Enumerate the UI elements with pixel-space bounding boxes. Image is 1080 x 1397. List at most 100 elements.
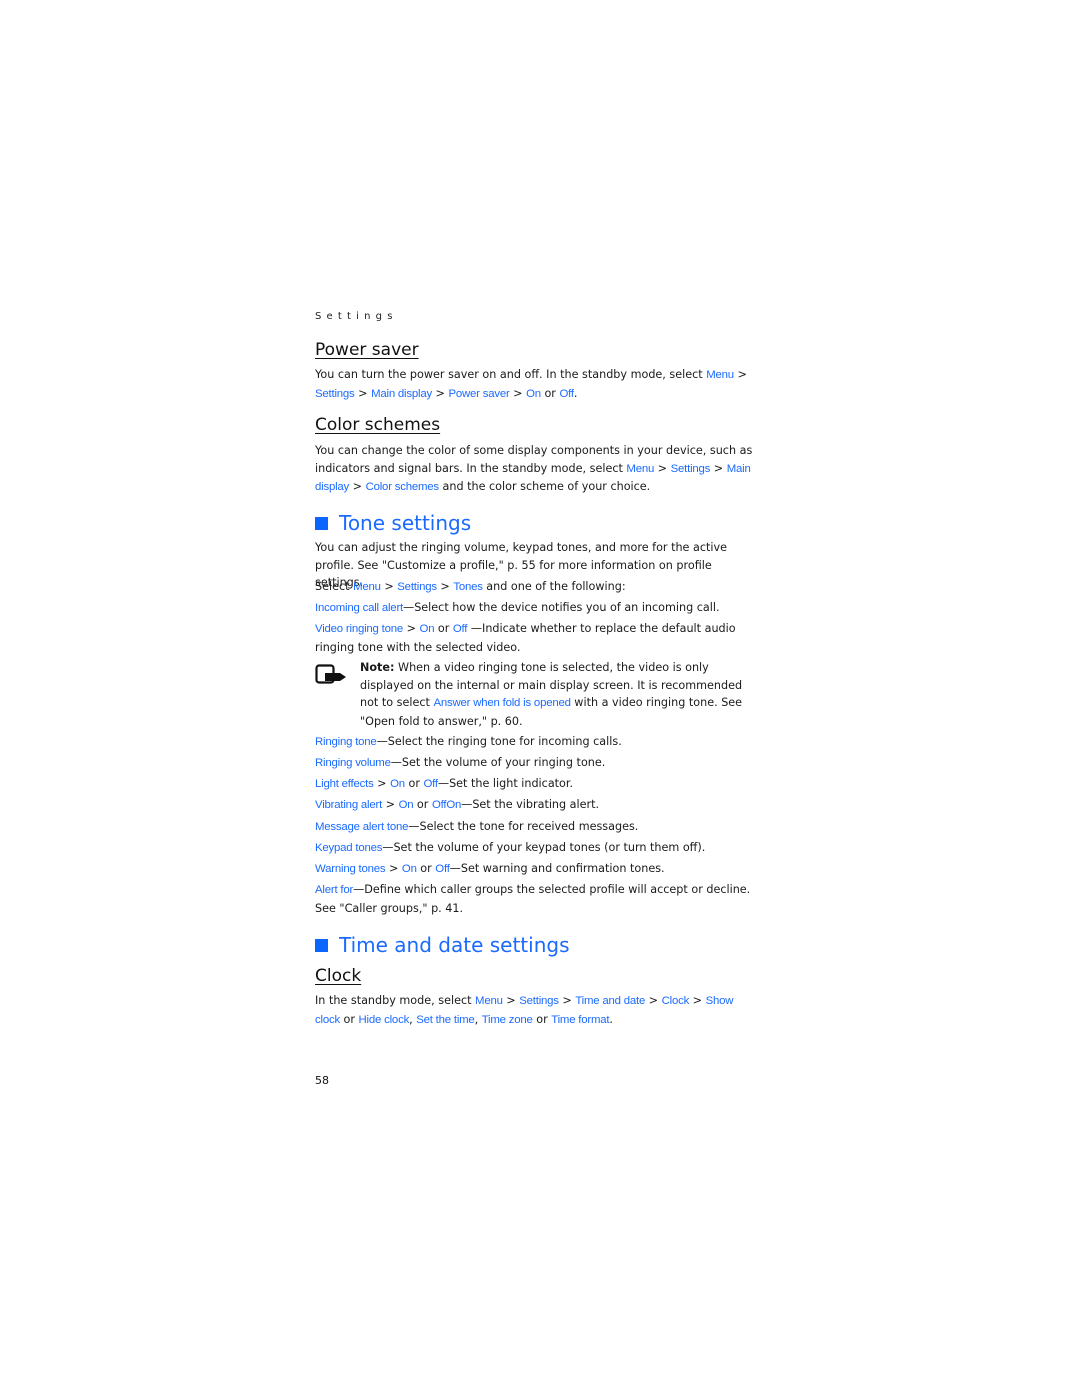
text: >	[354, 386, 372, 400]
text: and the color scheme of your choice.	[438, 480, 651, 494]
running-head: Settings	[315, 311, 398, 322]
link-on[interactable]: On	[420, 623, 435, 635]
link-on[interactable]: On	[402, 863, 417, 875]
link-time-zone[interactable]: Time zone	[482, 1014, 533, 1026]
tone-option-light-effects: Light effects > On or Off—Set the light …	[315, 775, 760, 794]
link-hide-clock[interactable]: Hide clock	[359, 1014, 410, 1026]
option-desc: —Set the volume of your keypad tones (or…	[382, 841, 706, 854]
option-desc: —Set the volume of your ringing tone.	[390, 756, 606, 769]
link-settings[interactable]: Settings	[397, 581, 437, 593]
text: or	[404, 777, 424, 790]
text: or	[540, 386, 560, 400]
link-tones[interactable]: Tones	[453, 581, 483, 593]
option-desc: —Set the vibrating alert.	[461, 798, 600, 811]
link-main-display[interactable]: Main display	[371, 388, 432, 400]
link-on[interactable]: On	[399, 799, 414, 811]
power-saver-heading: Power saver	[315, 340, 419, 360]
link-answer-when-fold-is-opened[interactable]: Answer when fold is opened	[433, 697, 570, 709]
link-ringing-tone[interactable]: Ringing tone	[315, 736, 377, 748]
color-schemes-heading: Color schemes	[315, 415, 441, 435]
tone-settings-heading: Tone settings	[315, 511, 471, 535]
link-light-effects[interactable]: Light effects	[315, 778, 374, 790]
note-icon	[315, 664, 346, 684]
text: >	[403, 622, 420, 635]
tone-option-message-alert-tone: Message alert tone—Select the tone for r…	[315, 818, 760, 837]
text: >	[373, 777, 391, 790]
link-message-alert-tone[interactable]: Message alert tone	[315, 821, 408, 833]
clock-body: In the standby mode, select Menu > Setti…	[315, 992, 760, 1029]
text: You can turn the power saver on and off.…	[315, 368, 707, 381]
text: .	[609, 1012, 613, 1026]
tone-option-ringing-volume: Ringing volume—Set the volume of your ri…	[315, 754, 760, 773]
page-number: 58	[315, 1074, 329, 1087]
color-schemes-body: You can change the color of some display…	[315, 442, 760, 497]
link-settings[interactable]: Settings	[519, 995, 559, 1007]
time-date-heading: Time and date settings	[315, 933, 570, 957]
text: and one of the following:	[482, 580, 626, 593]
link-time-format[interactable]: Time format	[551, 1014, 609, 1026]
option-desc: —Define which caller groups the selected…	[315, 883, 751, 915]
note-label: Note:	[360, 661, 395, 674]
link-menu[interactable]: Menu	[353, 581, 381, 593]
link-clock[interactable]: Clock	[662, 995, 690, 1007]
link-off[interactable]: Off	[435, 863, 450, 875]
option-desc: —Select the tone for received messages.	[408, 820, 639, 833]
link-off-on[interactable]: OffOn	[432, 799, 461, 811]
link-alert-for[interactable]: Alert for	[315, 884, 353, 896]
tone-option-alert-for: Alert for—Define which caller groups the…	[315, 881, 760, 917]
link-off[interactable]: Off	[423, 778, 438, 790]
section-square-icon	[315, 938, 328, 952]
link-power-saver[interactable]: Power saver	[448, 388, 509, 400]
link-video-ringing-tone[interactable]: Video ringing tone	[315, 623, 403, 635]
tone-option-incoming-call-alert: Incoming call alert—Select how the devic…	[315, 599, 760, 618]
text: >	[654, 461, 671, 475]
text: >	[436, 580, 454, 593]
link-menu[interactable]: Menu	[475, 995, 503, 1007]
link-set-the-time[interactable]: Set the time	[416, 1014, 475, 1026]
link-on[interactable]: On	[526, 388, 541, 400]
text: >	[710, 461, 727, 475]
link-warning-tones[interactable]: Warning tones	[315, 863, 386, 875]
tone-option-vibrating-alert: Vibrating alert > On or OffOn—Set the vi…	[315, 796, 760, 815]
text: or	[434, 622, 453, 635]
option-desc: —Set the light indicator.	[437, 777, 574, 790]
link-menu[interactable]: Menu	[706, 369, 734, 381]
option-desc: —Set warning and confirmation tones.	[449, 862, 665, 875]
link-time-and-date[interactable]: Time and date	[575, 995, 645, 1007]
text: or	[413, 798, 432, 811]
clock-heading: Clock	[315, 966, 362, 986]
text: .	[573, 386, 578, 400]
section-square-icon	[315, 516, 328, 530]
text: >	[509, 386, 527, 400]
link-incoming-call-alert[interactable]: Incoming call alert	[315, 602, 403, 614]
link-settings[interactable]: Settings	[671, 463, 711, 475]
option-desc: —Select the ringing tone for incoming ca…	[376, 735, 622, 748]
text: >	[645, 994, 662, 1007]
link-settings[interactable]: Settings	[315, 388, 355, 400]
text: >	[385, 862, 402, 875]
text: ,	[474, 1012, 482, 1026]
text: >	[349, 480, 366, 494]
link-keypad-tones[interactable]: Keypad tones	[315, 842, 382, 854]
heading-text: Time and date settings	[339, 933, 570, 957]
text: or	[339, 1012, 359, 1026]
link-off[interactable]: Off	[453, 623, 468, 635]
note-text: Note: When a video ringing tone is selec…	[360, 659, 760, 730]
tone-option-video-ringing-tone: Video ringing tone > On or Off —Indicate…	[315, 620, 760, 656]
link-color-schemes[interactable]: Color schemes	[366, 481, 440, 493]
link-vibrating-alert[interactable]: Vibrating alert	[315, 799, 382, 811]
heading-text: Tone settings	[339, 511, 472, 535]
link-ringing-volume[interactable]: Ringing volume	[315, 757, 391, 769]
text: >	[382, 798, 399, 811]
text: >	[558, 994, 576, 1007]
link-on[interactable]: On	[390, 778, 405, 790]
link-off[interactable]: Off	[559, 388, 574, 400]
power-saver-body: You can turn the power saver on and off.…	[315, 366, 760, 403]
link-menu[interactable]: Menu	[626, 463, 654, 475]
text: >	[431, 386, 449, 400]
tone-option-keypad-tones: Keypad tones—Set the volume of your keyp…	[315, 839, 760, 858]
text: or	[532, 1012, 552, 1026]
text: In the standby mode, select	[315, 994, 476, 1007]
tone-option-ringing-tone: Ringing tone—Select the ringing tone for…	[315, 733, 760, 752]
tone-option-warning-tones: Warning tones > On or Off—Set warning an…	[315, 860, 760, 879]
